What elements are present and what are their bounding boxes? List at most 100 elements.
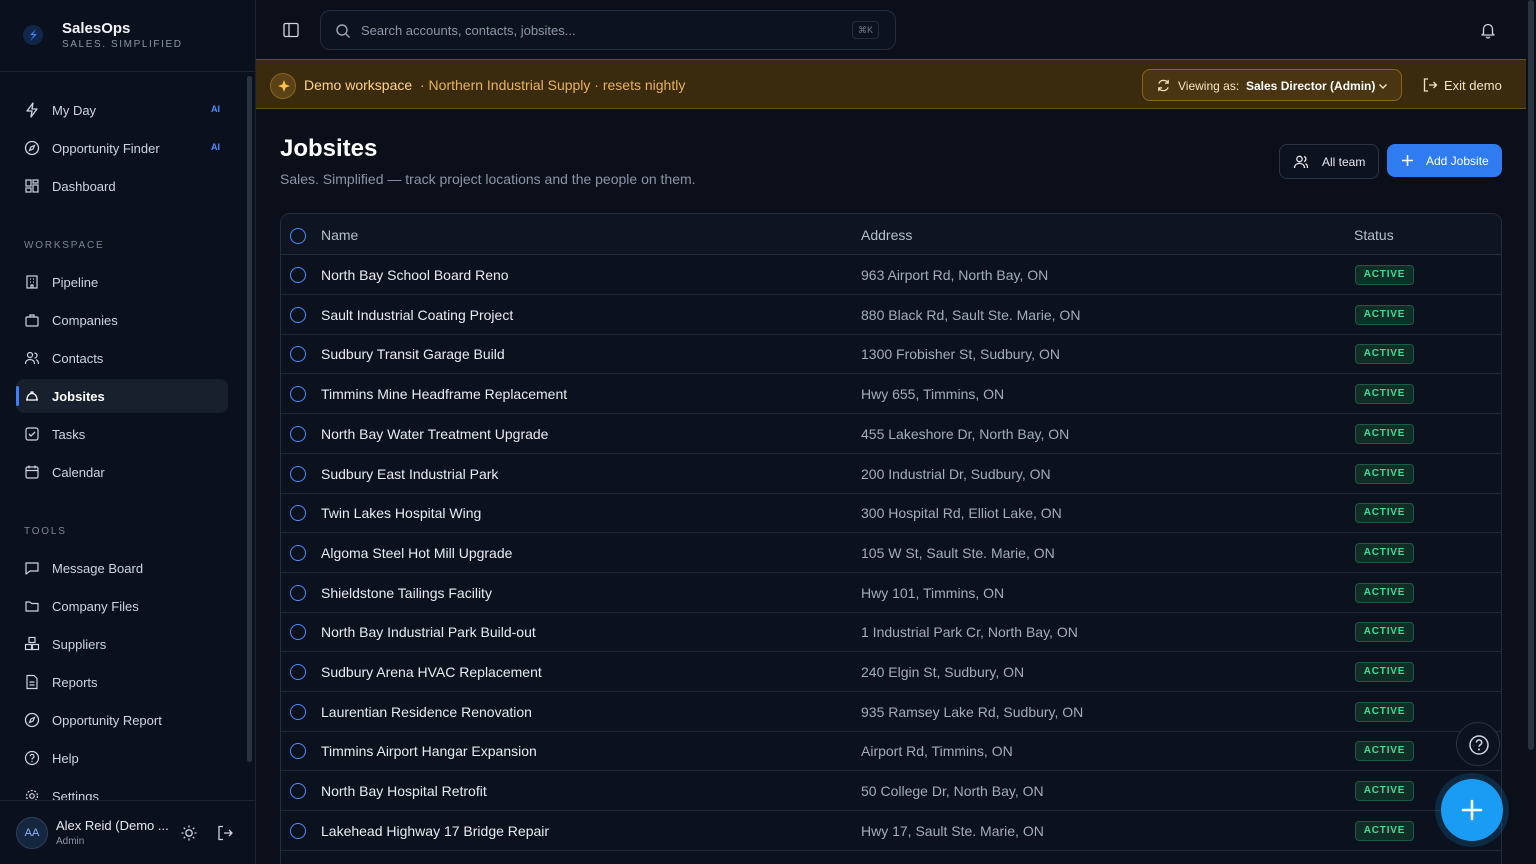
exit-demo-button[interactable]: Exit demo	[1420, 69, 1510, 101]
row-checkbox[interactable]	[290, 386, 306, 403]
table-row[interactable]: Laurentian Residence Renovation 935 Ramse…	[281, 692, 1501, 732]
nav-item-contacts[interactable]: Contacts	[16, 341, 228, 375]
nav-item-label: Settings	[52, 789, 99, 800]
row-checkbox[interactable]	[290, 783, 306, 800]
table-row[interactable]: North Bay Hospital Retrofit 50 College Dr…	[281, 771, 1501, 812]
jobsite-name[interactable]: Timmins Mine Headframe Replacement	[321, 386, 567, 402]
table-row[interactable]: North Bay School Board Reno 963 Airport R…	[281, 255, 1501, 295]
jobsite-name[interactable]: Sudbury East Industrial Park	[321, 466, 498, 482]
table-row[interactable]: Twin Lakes Hospital Wing 300 Hospital Rd,…	[281, 493, 1501, 534]
table-row[interactable]: Timmins Airport Hangar Expansion Airport …	[281, 731, 1501, 772]
table-row[interactable]: Sudbury Transit Garage Build 1300 Frobish…	[281, 334, 1501, 375]
bolt-icon	[26, 102, 38, 118]
ai-badge: AI	[211, 104, 220, 114]
column-header-status[interactable]: Status	[1354, 227, 1394, 243]
row-checkbox[interactable]	[290, 346, 306, 363]
row-checkbox[interactable]	[290, 743, 306, 760]
search-input[interactable]: Search accounts, contacts, jobsites... ⌘…	[320, 10, 896, 50]
nav-item-my-day[interactable]: My Day AI	[16, 93, 228, 127]
nav-item-calendar[interactable]: Calendar	[16, 455, 228, 489]
jobsite-name[interactable]: North Bay Industrial Park Build-out	[321, 624, 536, 640]
jobsite-address: 50 College Dr, North Bay, ON	[861, 783, 1044, 800]
table-row[interactable]: Sault Industrial Coating Project 880 Blac…	[281, 295, 1501, 335]
nav-item-settings[interactable]: Settings	[16, 779, 228, 800]
avatar[interactable]: AA	[16, 817, 48, 849]
demo-subtitle: · Northern Industrial Supply · resets ni…	[420, 77, 686, 93]
row-checkbox[interactable]	[290, 624, 306, 641]
nav-item-suppliers[interactable]: Suppliers	[16, 627, 228, 661]
table-row[interactable]: Timmins Mine Headframe Replacement Hwy 65…	[281, 374, 1501, 415]
demo-banner: Demo workspace · Northern Industrial Sup…	[256, 59, 1526, 109]
nav-item-dashboard[interactable]: Dashboard	[16, 169, 228, 203]
column-header-address[interactable]: Address	[861, 227, 912, 243]
jobsite-name[interactable]: Laurentian Residence Renovation	[321, 704, 532, 720]
page-scrollbar[interactable]	[1528, 0, 1534, 750]
nav-item-jobsites[interactable]: Jobsites	[16, 379, 228, 413]
brand-name: SalesOps	[62, 20, 131, 37]
nav-item-label: Message Board	[52, 561, 144, 576]
row-checkbox[interactable]	[290, 505, 306, 522]
jobsite-name[interactable]: North Bay Water Treatment Upgrade	[321, 426, 548, 442]
table-row[interactable]: Sudbury Arena HVAC Replacement 240 Elgin …	[281, 652, 1501, 692]
table-row[interactable]: North Bay Industrial Park Build-out 1 Ind…	[281, 612, 1501, 653]
table-row[interactable]: Sudbury East Industrial Park 200 Industri…	[281, 454, 1501, 494]
column-header-name[interactable]: Name	[321, 227, 358, 243]
logout-icon[interactable]	[216, 824, 234, 842]
jobsite-name[interactable]: Timmins Airport Hangar Expansion	[321, 743, 537, 759]
all-team-button[interactable]: All team	[1279, 144, 1379, 179]
row-checkbox[interactable]	[290, 465, 306, 482]
theme-toggle-sun-icon[interactable]	[180, 824, 198, 842]
status-badge: ACTIVE	[1355, 542, 1414, 563]
sidebar-toggle-icon[interactable]	[282, 21, 300, 39]
nav-scroll[interactable]: My Day AI Opportunity Finder AI Dashboar…	[0, 72, 255, 800]
viewing-value: Sales Director (Admin)	[1246, 79, 1376, 93]
nav-item-opportunity-finder[interactable]: Opportunity Finder AI	[16, 131, 228, 165]
jobsite-name[interactable]: Twin Lakes Hospital Wing	[321, 505, 481, 521]
table-row[interactable]: Shieldstone Tailings Facility Hwy 101, Ti…	[281, 573, 1501, 613]
nav-item-label: Jobsites	[52, 389, 105, 404]
add-jobsite-button[interactable]: Add Jobsite	[1387, 144, 1502, 177]
jobsite-name[interactable]: North Bay Hospital Retrofit	[321, 783, 487, 799]
demo-title: Demo workspace	[304, 77, 413, 93]
brand[interactable]: SalesOps SALES. SIMPLIFIED	[0, 0, 255, 72]
select-all-checkbox[interactable]	[290, 228, 306, 244]
row-checkbox[interactable]	[290, 306, 306, 323]
row-checkbox[interactable]	[290, 267, 306, 283]
nav-item-opportunity-report[interactable]: Opportunity Report	[16, 703, 228, 737]
jobsite-name[interactable]: Sault Industrial Coating Project	[321, 307, 513, 323]
nav-item-companies[interactable]: Companies	[16, 303, 228, 337]
table-row[interactable]: Algoma Steel Hot Mill Upgrade 105 W St, S…	[281, 533, 1501, 573]
row-checkbox[interactable]	[290, 822, 306, 839]
help-fab[interactable]	[1456, 722, 1500, 766]
quick-add-fab[interactable]	[1441, 779, 1503, 841]
table-row[interactable]: Lakehead Highway 17 Bridge Repair Hwy 17,…	[281, 811, 1501, 851]
nav-item-tasks[interactable]: Tasks	[16, 417, 228, 451]
jobsite-name[interactable]: Sudbury Transit Garage Build	[321, 346, 505, 362]
nav-item-label: Companies	[52, 313, 118, 328]
jobsite-name[interactable]: Shieldstone Tailings Facility	[321, 585, 492, 601]
jobsite-name[interactable]: North Bay School Board Reno	[321, 267, 509, 283]
nav-item-pipeline[interactable]: Pipeline	[16, 265, 228, 299]
workspace-section-label: WORKSPACE	[24, 240, 105, 251]
row-checkbox[interactable]	[290, 544, 306, 561]
table-row[interactable]: North Bay Water Treatment Upgrade 455 Lak…	[281, 414, 1501, 454]
nav-item-company-files[interactable]: Company Files	[16, 589, 228, 623]
nav-item-label: Opportunity Finder	[52, 141, 160, 156]
jobsite-name[interactable]: Lakehead Highway 17 Bridge Repair	[321, 823, 549, 839]
jobsite-address: 880 Black Rd, Sault Ste. Marie, ON	[861, 306, 1081, 323]
nav-item-reports[interactable]: Reports	[16, 665, 228, 699]
table-header: Name Address Status	[281, 214, 1501, 255]
nav-item-message-board[interactable]: Message Board	[16, 551, 228, 585]
row-checkbox[interactable]	[290, 425, 306, 442]
nav-item-help[interactable]: Help	[16, 741, 228, 775]
bell-icon[interactable]	[1479, 21, 1497, 39]
add-jobsite-label: Add Jobsite	[1426, 154, 1489, 168]
row-checkbox[interactable]	[290, 584, 306, 601]
jobsite-name[interactable]: Algoma Steel Hot Mill Upgrade	[321, 545, 512, 561]
status-badge: ACTIVE	[1355, 820, 1414, 841]
jobsite-name[interactable]: Sudbury Arena HVAC Replacement	[321, 664, 542, 680]
row-checkbox[interactable]	[290, 703, 306, 720]
sidebar-scrollbar[interactable]	[247, 76, 252, 762]
viewing-as-dropdown[interactable]: Viewing as: Sales Director (Admin)	[1142, 69, 1402, 101]
row-checkbox[interactable]	[290, 664, 306, 680]
